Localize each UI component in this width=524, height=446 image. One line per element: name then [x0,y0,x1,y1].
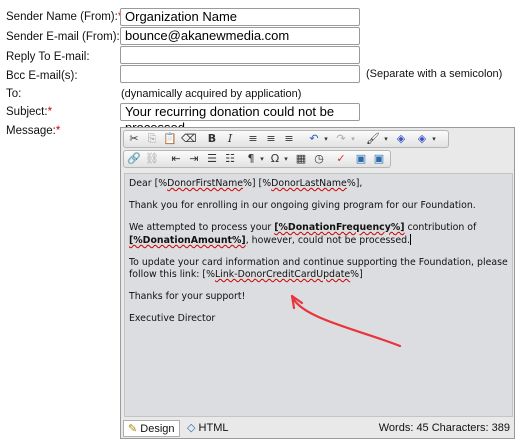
reply-to-label: Reply To E-mail: [6,51,90,63]
image-manager-icon[interactable]: ▣ [354,152,368,166]
bcc-input[interactable] [120,65,360,83]
editor-toolbar-row-2: 🔗 ⛓ ⇤ ⇥ ☰ ☷ ¶ ▾ Ω ▾ ▦ ◷ ✓ ▣ ▣ [123,150,512,170]
code-brackets-icon: ◇ [187,422,196,434]
editor-content-area[interactable]: Dear [%DonorFirstName%] [%DonorLastName%… [124,173,513,417]
format-brush-icon[interactable]: 🖌 [366,132,380,146]
paragraph-2: We attempted to process your [%DonationF… [129,222,477,246]
align-left-icon[interactable]: ≡ [246,132,260,146]
subject-label: Subject:* [6,106,53,118]
bcc-hint: (Separate with a semicolon) [366,68,503,80]
toolbar-group-2: 🔗 ⛓ ⇤ ⇥ ☰ ☷ ¶ ▾ Ω ▾ ▦ ◷ ✓ ▣ ▣ [123,150,391,168]
outdent-icon[interactable]: ⇤ [169,152,183,166]
word-character-count: Words: 45 Characters: 389 [378,422,510,434]
paragraph-3: To update your card information and cont… [129,257,508,280]
copy-icon[interactable]: ⎘ [145,132,159,146]
sender-email-label: Sender E-mail (From):* [6,31,124,43]
unlink-icon[interactable]: ⛓ [145,152,159,166]
message-label: Message:* [6,125,61,137]
text-caret [410,234,412,245]
sender-name-input[interactable]: Organization Name [120,8,360,26]
symbol-dropdown-icon[interactable]: ▾ [279,152,293,166]
format-dropdown-icon[interactable]: ▾ [379,132,393,146]
sender-name-label: Sender Name (From):* [6,11,122,23]
undo-dropdown-icon[interactable]: ▾ [319,132,333,146]
image-editor-icon[interactable]: ▣ [372,152,386,166]
sender-email-input[interactable]: bounce@akanewmedia.com [120,27,360,45]
spellcheck-icon[interactable]: ✓ [334,152,348,166]
greeting-line: Dear [%DonorFirstName%] [%DonorLastName%… [129,178,363,189]
editor-toolbar-row-1: ✂ ⎘ 📋 ⌫ B I ≡ ≡ ≡ ↶ ▾ ↷ ▾ 🖌 ▾ ◈ ◈ ▾ [123,130,512,150]
cut-icon[interactable]: ✂ [127,132,141,146]
paste-icon[interactable]: 📋 [163,132,177,146]
links-dropdown-icon[interactable]: ▾ [427,132,441,146]
align-center-icon[interactable]: ≡ [264,132,278,146]
hyperlink-icon[interactable]: 🔗 [127,152,141,166]
format-stripper-icon[interactable]: ⌫ [181,132,197,146]
redo-dropdown-icon[interactable]: ▾ [346,132,360,146]
datetime-icon[interactable]: ◷ [312,152,326,166]
align-right-icon[interactable]: ≡ [282,132,296,146]
message-editor: ✂ ⎘ 📋 ⌫ B I ≡ ≡ ≡ ↶ ▾ ↷ ▾ 🖌 ▾ ◈ ◈ ▾ 🔗 ⛓ … [120,127,515,439]
bcc-label: Bcc E-mail(s): [6,70,78,82]
paragraph-4: Thanks for your support! [129,291,246,302]
indent-icon[interactable]: ⇥ [187,152,201,166]
numbered-list-icon[interactable]: ☰ [205,152,219,166]
subject-input[interactable]: Your recurring donation could not be pro… [120,103,360,135]
editor-footer: ✎ Design ◇ HTML Words: 45 Characters: 38… [121,419,514,438]
design-mode-button[interactable]: ✎ Design [123,420,180,437]
reply-to-input[interactable] [120,46,360,64]
insert-snippet-icon[interactable]: ◈ [394,132,408,146]
to-label: To: [6,88,22,100]
to-value: (dynamically acquired by application) [121,88,302,100]
italic-icon[interactable]: I [223,132,237,146]
pencil-icon: ✎ [128,423,138,435]
paragraph-5: Executive Director [129,313,216,324]
html-mode-button[interactable]: ◇ HTML [183,420,232,437]
bold-icon[interactable]: B [205,132,219,146]
toolbar-group-1: ✂ ⎘ 📋 ⌫ B I ≡ ≡ ≡ ↶ ▾ ↷ ▾ 🖌 ▾ ◈ ◈ ▾ [123,130,449,148]
bulleted-list-icon[interactable]: ☷ [223,152,237,166]
paragraph-1: Thank you for enrolling in our ongoing g… [129,200,476,211]
paragraph-dropdown-icon[interactable]: ▾ [255,152,269,166]
table-icon[interactable]: ▦ [294,152,308,166]
